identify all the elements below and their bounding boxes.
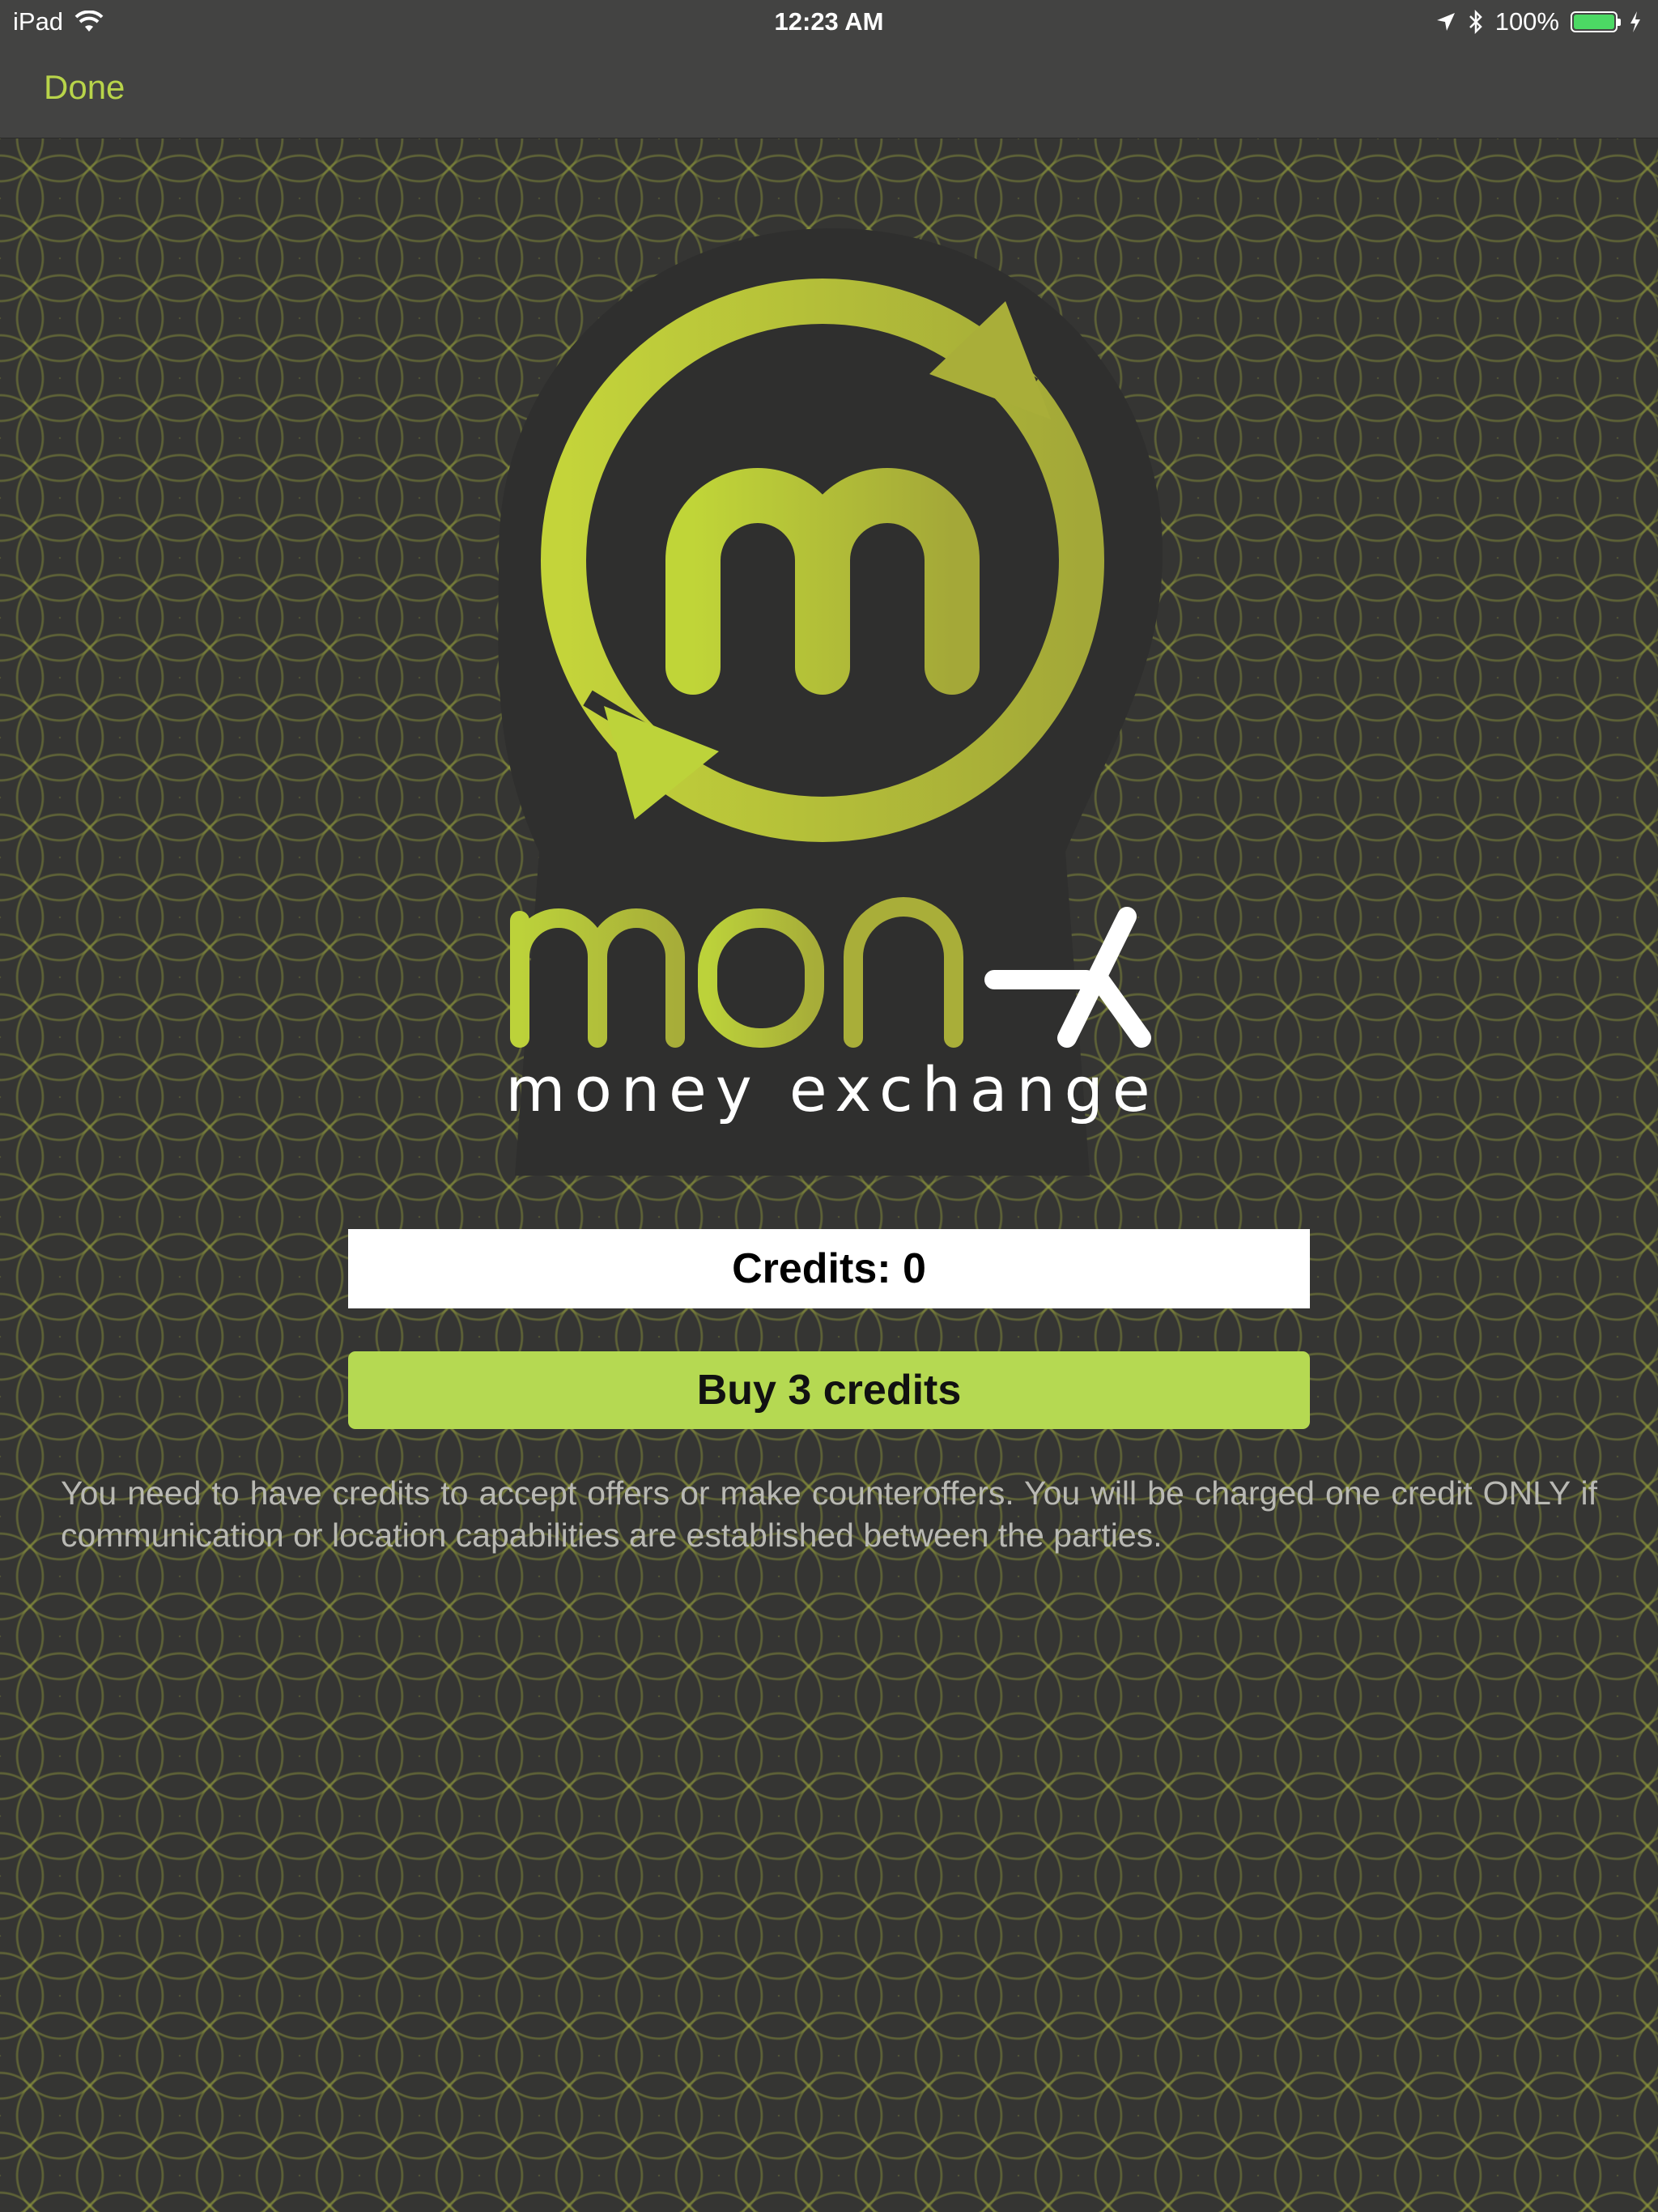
- credits-info-text: You need to have credits to accept offer…: [61, 1474, 1597, 1554]
- buy-credits-button[interactable]: Buy 3 credits: [348, 1351, 1310, 1429]
- logo-tagline: money exchange: [505, 1053, 1158, 1125]
- status-bar: iPad 12:23 AM 100%: [0, 0, 1658, 45]
- bluetooth-icon: [1469, 10, 1482, 34]
- battery-icon: [1571, 11, 1621, 32]
- status-time: 12:23 AM: [774, 7, 884, 36]
- status-right: 100%: [1435, 7, 1642, 36]
- credits-display: Credits: 0: [348, 1229, 1310, 1308]
- location-arrow-icon: [1436, 13, 1455, 31]
- nav-bar: Done: [0, 45, 1658, 138]
- charging-bolt-icon: [1630, 11, 1640, 32]
- mon-x-logo: money exchange: [498, 228, 1163, 1176]
- battery-fill: [1574, 15, 1614, 29]
- done-button[interactable]: Done: [44, 68, 125, 107]
- battery-percent: 100%: [1494, 7, 1559, 36]
